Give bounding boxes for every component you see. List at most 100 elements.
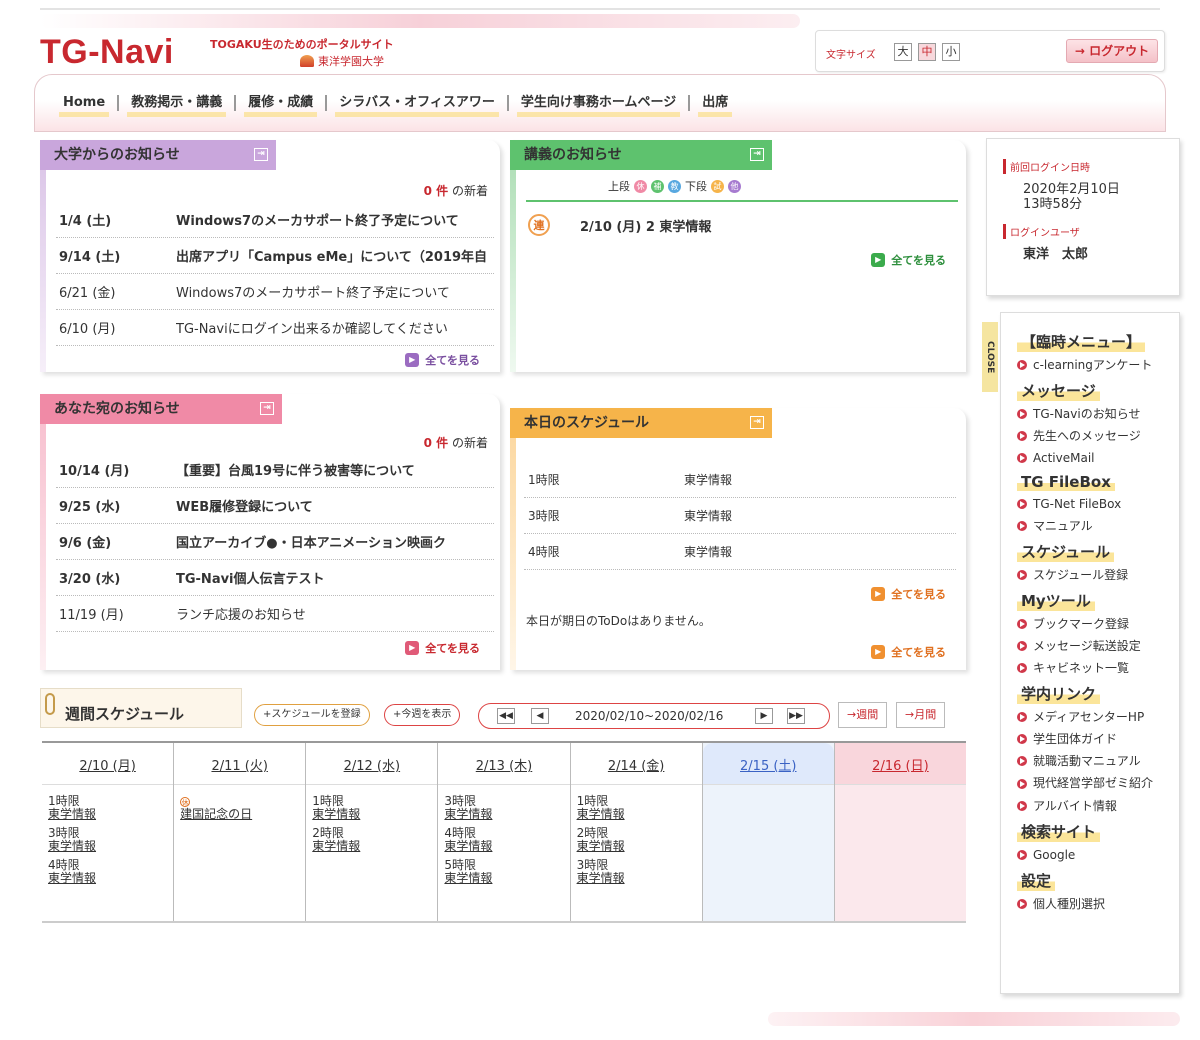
open-window-icon[interactable]: ⇥ <box>254 148 268 161</box>
font-size-small-button[interactable]: 小 <box>942 43 960 61</box>
next-week-button[interactable]: ▶ <box>755 708 773 724</box>
notice-row[interactable]: 6/21 (金) Windows7のメーカサポート終了予定について <box>56 274 494 310</box>
see-all-link[interactable]: ▶ 全てを見る <box>405 352 480 368</box>
schedule-row[interactable]: 1時限 東学情報 <box>524 462 956 498</box>
menu-heading: 設定 <box>1017 870 1056 891</box>
upper-label[interactable]: 上段 <box>608 178 630 194</box>
nav-registration-grades[interactable]: 履修・成績 <box>236 95 328 117</box>
last-week-button[interactable]: ▶▶ <box>787 708 805 724</box>
day-column-saturday: 2/15 (土) <box>702 743 835 921</box>
open-window-icon[interactable]: ⇥ <box>750 416 764 429</box>
nav-office-homepage[interactable]: 学生向け事務ホームページ <box>509 95 691 117</box>
menu-item[interactable]: TG-Naviのお知らせ <box>1017 403 1179 425</box>
schedule-entry[interactable]: 3時限 東学情報 <box>577 859 702 885</box>
makeup-badge-icon[interactable]: 補 <box>651 179 664 193</box>
other-badge-icon[interactable]: 他 <box>728 179 741 193</box>
menu-item[interactable]: スケジュール登録 <box>1017 564 1179 586</box>
register-schedule-button[interactable]: +スケジュールを登録 <box>254 704 370 726</box>
lecture-notice-row[interactable]: 連 2/10 (月) 2 東学情報 <box>528 214 711 236</box>
monthly-view-button[interactable]: →月間 <box>896 702 946 728</box>
lecture-notices-header: 講義のお知らせ ⇥ <box>510 140 772 170</box>
day-column: 2/10 (月) 1時限 東学情報 3時限 東学情報 4時限 東学情報 <box>42 743 175 921</box>
schedule-entry[interactable]: 2時限 東学情報 <box>312 827 437 853</box>
schedule-entry[interactable]: 1時限 東学情報 <box>577 795 702 821</box>
nav-home[interactable]: Home <box>51 95 120 117</box>
this-week-button[interactable]: +今週を表示 <box>384 704 461 726</box>
menu-item[interactable]: 就職活動マニュアル <box>1017 750 1179 772</box>
day-header[interactable]: 2/10 (月) <box>42 743 174 785</box>
schedule-entry[interactable]: 3時限 東学情報 <box>444 795 569 821</box>
notice-row[interactable]: 9/14 (土) 出席アプリ「Campus eMe」について（2019年自 <box>56 238 494 274</box>
notice-row[interactable]: 1/4 (土) Windows7のメーカサポート終了予定について <box>56 202 494 238</box>
close-menu-tab[interactable]: CLOSE <box>982 322 998 392</box>
menu-item[interactable]: Google <box>1017 844 1179 866</box>
menu-item[interactable]: 学生団体ガイド <box>1017 728 1179 750</box>
panel-edge <box>40 394 46 670</box>
day-header[interactable]: 2/15 (土) <box>702 743 834 785</box>
prev-week-button[interactable]: ◀ <box>531 708 549 724</box>
lower-label[interactable]: 下段 <box>685 178 707 194</box>
see-all-link[interactable]: ▶ 全てを見る <box>871 644 946 660</box>
menu-section-temp: 【臨時メニュー】 c-learningアンケート <box>1017 331 1179 376</box>
open-window-icon[interactable]: ⇥ <box>750 148 764 161</box>
menu-item[interactable]: メッセージ転送設定 <box>1017 635 1179 657</box>
notice-row[interactable]: 11/19 (月) ランチ応援のお知らせ <box>56 596 494 632</box>
day-header[interactable]: 2/11 (火) <box>174 743 306 785</box>
arrow-bullet-icon <box>1017 801 1027 811</box>
menu-item[interactable]: 個人種別選択 <box>1017 893 1179 915</box>
notice-row[interactable]: 3/20 (水) TG-Navi個人伝言テスト <box>56 560 494 596</box>
see-all-link[interactable]: ▶ 全てを見る <box>871 252 946 268</box>
schedule-entry[interactable]: 2時限 東学情報 <box>577 827 702 853</box>
schedule-entry[interactable]: 休 建国記念の日 <box>180 795 305 821</box>
arrow-icon: ▶ <box>405 641 420 655</box>
nav-courses[interactable]: 教務掲示・講義 <box>119 95 237 117</box>
menu-item[interactable]: メディアセンターHP <box>1017 706 1179 728</box>
panel-edge <box>510 140 516 372</box>
logout-button[interactable]: → ログアウト <box>1066 39 1158 63</box>
menu-item[interactable]: ブックマーク登録 <box>1017 613 1179 635</box>
font-size-large-button[interactable]: 大 <box>894 43 912 61</box>
panel-title: 講義のお知らせ <box>524 147 622 163</box>
menu-item[interactable]: アルバイト情報 <box>1017 795 1179 817</box>
menu-item[interactable]: 現代経営学部ゼミ紹介 <box>1017 776 1179 791</box>
notice-row[interactable]: 6/10 (月) TG-Naviにログイン出来るか確認してください <box>56 310 494 346</box>
arrow-icon: ▶ <box>871 587 886 601</box>
schedule-row[interactable]: 4時限 東学情報 <box>524 534 956 570</box>
day-header[interactable]: 2/16 (日) <box>834 743 966 785</box>
schedule-entry[interactable]: 1時限 東学情報 <box>48 795 173 821</box>
tg-navi-logo[interactable]: TG-Navi <box>40 33 174 72</box>
university-logo-icon <box>300 55 314 67</box>
menu-item[interactable]: TG-Net FileBox <box>1017 493 1179 515</box>
open-window-icon[interactable]: ⇥ <box>260 402 274 415</box>
menu-section-filebox: TG FileBox TG-Net FileBox マニュアル <box>1017 473 1179 537</box>
menu-item[interactable]: ActiveMail <box>1017 447 1179 469</box>
schedule-row[interactable]: 3時限 東学情報 <box>524 498 956 534</box>
see-all-link[interactable]: ▶ 全てを見る <box>405 640 480 656</box>
exam-badge-icon[interactable]: 試 <box>711 179 724 193</box>
notice-row[interactable]: 10/14 (月) 【重要】台風19号に伴う被害等について <box>56 452 494 488</box>
day-header[interactable]: 2/14 (金) <box>570 743 702 785</box>
bottom-decoration <box>768 1012 1180 1026</box>
schedule-entry[interactable]: 5時限 東学情報 <box>444 859 569 885</box>
menu-item[interactable]: キャビネット一覧 <box>1017 657 1179 679</box>
notice-row[interactable]: 9/25 (水) WEB履修登録について <box>56 488 494 524</box>
menu-item[interactable]: マニュアル <box>1017 515 1179 537</box>
nav-attendance[interactable]: 出席 <box>690 95 740 117</box>
font-size-medium-button[interactable]: 中 <box>918 43 936 61</box>
schedule-entry[interactable]: 1時限 東学情報 <box>312 795 437 821</box>
schedule-entry[interactable]: 4時限 東学情報 <box>48 859 173 885</box>
schedule-entry[interactable]: 4時限 東学情報 <box>444 827 569 853</box>
university-label: 東洋学園大学 <box>318 55 384 68</box>
room-badge-icon[interactable]: 教 <box>668 179 681 193</box>
day-header[interactable]: 2/12 (水) <box>306 743 438 785</box>
nav-syllabus[interactable]: シラバス・オフィスアワー <box>327 95 509 117</box>
weekly-view-button[interactable]: →週間 <box>838 702 888 728</box>
cancel-badge-icon[interactable]: 休 <box>634 179 647 193</box>
menu-item[interactable]: 先生へのメッセージ <box>1017 425 1179 447</box>
notice-row[interactable]: 9/6 (金) 国立アーカイブ●・日本アニメーション映画ク <box>56 524 494 560</box>
menu-item[interactable]: c-learningアンケート <box>1017 354 1179 376</box>
schedule-entry[interactable]: 3時限 東学情報 <box>48 827 173 853</box>
first-week-button[interactable]: ◀◀ <box>497 708 515 724</box>
see-all-link[interactable]: ▶ 全てを見る <box>871 586 946 602</box>
day-header[interactable]: 2/13 (木) <box>438 743 570 785</box>
